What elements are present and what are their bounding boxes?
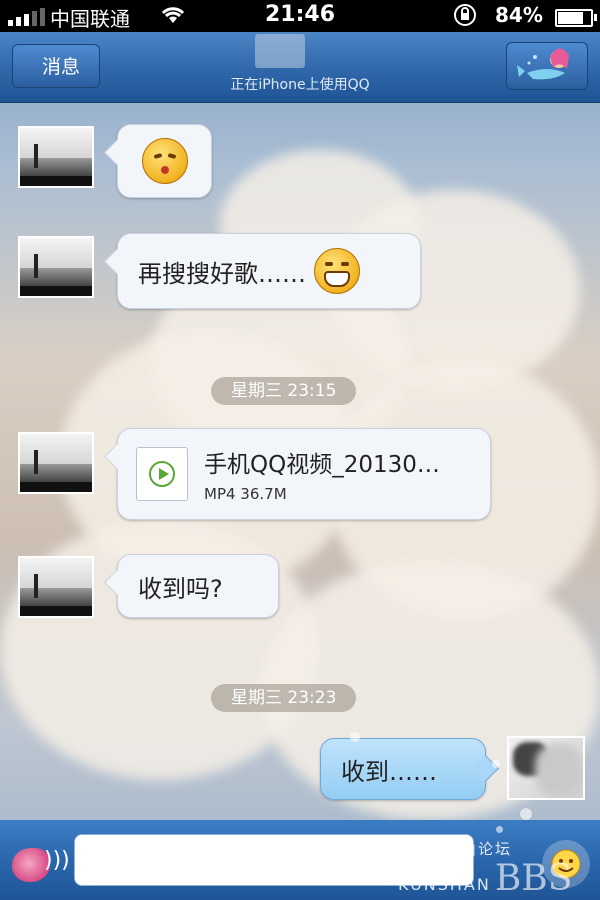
voice-input-button[interactable]: ))): [8, 842, 70, 890]
chat-header: 消息 正在iPhone上使用QQ: [0, 32, 600, 103]
timestamp-divider: 星期三 23:23: [211, 684, 357, 712]
kiss-face-emoji: [141, 138, 188, 184]
watermark-bbs: BBS: [494, 858, 573, 899]
own-message-bubble[interactable]: 收到……: [320, 738, 486, 800]
message-text: 收到……: [341, 757, 437, 786]
message-text: 收到吗?: [138, 574, 223, 603]
file-name: 手机QQ视频_20130…: [204, 452, 440, 478]
contact-name-redacted: [255, 34, 305, 68]
watermark-cn: 昆山论坛: [444, 840, 513, 858]
bubble-decoration: [496, 826, 503, 833]
timestamp-divider: 星期三 23:15: [211, 377, 357, 405]
grin-face-emoji: [314, 248, 360, 294]
forum-watermark: 昆山论坛 KUNSHAN BBS: [398, 840, 573, 899]
orientation-lock-icon: [452, 3, 478, 32]
file-meta: MP4 36.7M: [204, 485, 287, 503]
watermark-en: KUNSHAN: [398, 875, 491, 894]
battery-percent: 84%: [495, 3, 543, 27]
contact-avatar[interactable]: [18, 236, 94, 298]
bubble-decoration: [520, 808, 532, 820]
mermaid-avatar-icon: [517, 48, 569, 80]
contact-avatar[interactable]: [18, 432, 94, 494]
my-avatar[interactable]: [507, 736, 585, 800]
voice-wave-icon: ))): [44, 848, 70, 873]
status-bar: 中国联通 21:46 84%: [0, 0, 600, 32]
message-bubble[interactable]: [117, 124, 212, 198]
message-bubble[interactable]: 再搜搜好歌……: [117, 233, 421, 309]
bubble-decoration: [492, 760, 500, 768]
contact-avatar[interactable]: [18, 126, 94, 188]
file-message-bubble[interactable]: 手机QQ视频_20130… MP4 36.7M: [117, 428, 491, 520]
message-bubble[interactable]: 收到吗?: [117, 554, 279, 618]
bubble-decoration: [350, 732, 360, 742]
video-file-icon: [136, 447, 188, 501]
contact-profile-button[interactable]: [506, 42, 588, 90]
battery-icon: [555, 9, 597, 27]
contact-avatar[interactable]: [18, 556, 94, 618]
message-text: 再搜搜好歌……: [138, 259, 306, 288]
